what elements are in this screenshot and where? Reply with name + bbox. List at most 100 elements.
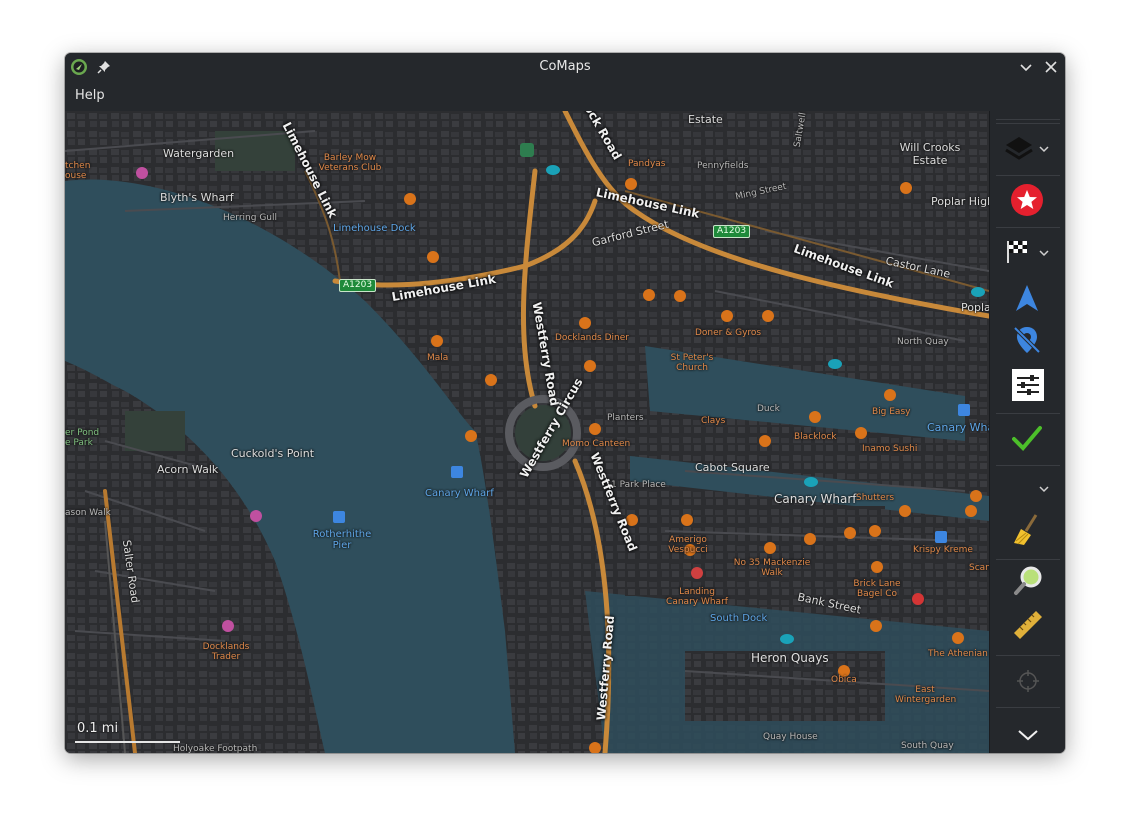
magnifier-icon	[1014, 566, 1042, 595]
label-scan: Scan	[969, 563, 989, 573]
ruler-button[interactable]	[1000, 607, 1056, 647]
label-1-park-place: 1 Park Place	[611, 480, 666, 490]
label-momo-canteen: Momo Canteen	[562, 439, 631, 449]
clear-button[interactable]	[1000, 511, 1056, 551]
broom-icon	[1014, 514, 1038, 545]
label-will-crooks: Will Crooks Estate	[899, 141, 961, 167]
label-amerigo-vespucci: Amerigo Vespucci	[668, 535, 708, 555]
scale-bar	[75, 741, 180, 743]
separator	[996, 655, 1060, 656]
label-blacklock: Blacklock	[794, 432, 837, 442]
separator	[996, 175, 1060, 176]
label-canary-wharf-pier: Canary Wharf	[425, 488, 494, 499]
label-obica: Obica	[831, 675, 857, 685]
close-icon[interactable]	[1043, 59, 1059, 75]
selection-button[interactable]	[1000, 661, 1056, 701]
label-doner-gyros: Doner & Gyros	[695, 328, 762, 338]
separator	[996, 707, 1060, 708]
label-barley-mow: Barley Mow Veterans Club	[318, 153, 382, 173]
sliders-icon	[1012, 369, 1044, 401]
label-poplar-high: Poplar High	[931, 195, 989, 208]
label-duck: Duck	[757, 404, 780, 414]
layers-icon	[1005, 137, 1033, 160]
label-brick-lane-bagel: Brick Lane Bagel Co	[853, 579, 901, 599]
label-krispy-kreme: Krispy Kreme	[913, 545, 973, 555]
toolbar-sidebar	[989, 111, 1065, 753]
save-button[interactable]	[1000, 417, 1056, 457]
label-mason-walk: ason Walk	[65, 508, 111, 518]
road-shield-a1203-2: A1203	[713, 225, 751, 238]
scale-label: 0.1 mi	[77, 721, 119, 736]
label-heron-quays: Heron Quays	[751, 651, 829, 665]
label-rotherhithe-pier: Rotherhithe Pier	[312, 529, 372, 551]
checkered-flag-icon	[1007, 241, 1027, 263]
map-view[interactable]: Watergarden Blyth's Wharf Herring Gull L…	[65, 111, 989, 753]
label-canary-wha: Canary Wha	[927, 421, 989, 434]
minimize-chevron-icon[interactable]	[1018, 59, 1034, 75]
chevron-down-icon[interactable]	[1038, 143, 1050, 155]
location-off-icon	[1013, 326, 1041, 354]
label-pond-park: er Pond e Park	[65, 428, 100, 448]
label-east-wintergarden: East Wintergarden	[895, 685, 957, 705]
label-docklands-trader: Docklands Trader	[202, 642, 250, 662]
label-acorn-walk: Acorn Walk	[157, 463, 219, 476]
more-button[interactable]	[1000, 715, 1056, 753]
chevron-down-icon[interactable]	[1038, 483, 1050, 495]
settings-button[interactable]	[1000, 365, 1056, 405]
chevron-down-icon[interactable]	[1038, 247, 1050, 259]
search-button[interactable]	[1000, 563, 1056, 603]
label-the-athenian: The Athenian	[928, 649, 988, 659]
label-blyths-wharf: Blyth's Wharf	[160, 191, 234, 204]
label-popla: Popla	[961, 301, 989, 314]
label-cabot-square: Cabot Square	[695, 461, 770, 474]
label-pandyas: Pandyas	[628, 159, 666, 169]
title-bar: CoMaps	[65, 53, 1065, 81]
menu-help[interactable]: Help	[75, 88, 105, 103]
label-watergarden: Watergarden	[163, 147, 235, 160]
label-kitchen-house: tchen ouse	[65, 161, 91, 181]
label-clays: Clays	[701, 416, 726, 426]
navigation-arrow-icon	[1016, 285, 1038, 311]
label-st-peters: St Peter's Church	[670, 353, 714, 373]
label-no35-mackenzie: No 35 Mackenzie Walk	[733, 558, 811, 578]
ruler-icon	[1014, 611, 1042, 639]
my-position-button[interactable]	[1000, 279, 1056, 319]
separator	[996, 559, 1060, 560]
routing-button[interactable]	[1000, 233, 1056, 273]
label-estate: Estate	[688, 113, 723, 126]
label-holyoake-footpath: Holyoake Footpath	[173, 744, 258, 753]
label-quay-house: Quay House	[763, 732, 818, 742]
separator	[996, 465, 1060, 466]
label-cuckolds-point: Cuckold's Point	[231, 447, 315, 460]
follow-disabled-button[interactable]	[1000, 321, 1056, 361]
label-mala: Mala	[427, 353, 449, 363]
checkmark-icon	[1012, 426, 1042, 451]
more-options-dropdown[interactable]	[1000, 471, 1056, 511]
label-planters: Planters	[607, 413, 644, 423]
label-big-easy: Big Easy	[872, 407, 911, 417]
bookmarks-button[interactable]	[1000, 181, 1056, 221]
app-window: CoMaps Help Watergarden Blyth's Wharf He…	[65, 53, 1065, 753]
label-inamo-sushi: Inamo Sushi	[862, 444, 918, 454]
layers-button[interactable]	[1000, 129, 1056, 169]
separator	[996, 123, 1060, 124]
chevron-down-icon	[1018, 730, 1038, 741]
label-canary-wharf-place: Canary Wharf	[774, 492, 857, 506]
separator	[996, 119, 1060, 120]
label-north-quay: North Quay	[897, 337, 949, 347]
label-shutters: Shutters	[856, 493, 895, 503]
menu-bar: Help	[65, 81, 1065, 112]
window-title: CoMaps	[539, 59, 591, 74]
label-south-dock: South Dock	[710, 613, 768, 624]
label-limehouse-dock: Limehouse Dock	[333, 223, 416, 234]
label-pennyfields: Pennyfields	[697, 161, 749, 171]
star-icon	[1011, 184, 1043, 216]
label-herring-gull: Herring Gull	[223, 213, 278, 223]
crosshair-icon	[1017, 670, 1039, 692]
label-docklands-diner: Docklands Diner	[555, 333, 629, 343]
separator	[996, 227, 1060, 228]
label-landing-canary-wharf: Landing Canary Wharf	[666, 587, 728, 607]
road-shield-a1203-1: A1203	[339, 279, 377, 292]
separator	[996, 413, 1060, 414]
label-south-quay: South Quay	[901, 741, 954, 751]
